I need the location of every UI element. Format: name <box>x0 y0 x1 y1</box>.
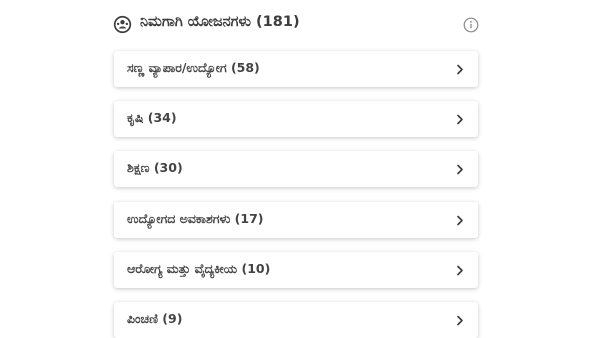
category-label: ಆರೋಗ್ಯ ಮತ್ತು ವೈದ್ಯಕೀಯ (10) <box>127 261 271 276</box>
chevron-right-icon <box>457 164 463 175</box>
category-card-agriculture[interactable]: ಕೃಷಿ (34) <box>114 101 478 137</box>
category-card-job-opportunities[interactable]: ಉದ್ಯೋಗದ ಅವಕಾಶಗಳು (17) <box>114 202 478 238</box>
section-header: ನಿಮಗಾಗಿ ಯೋಜನಗಳು (181) <box>113 12 480 38</box>
category-label: ಪಿಂಚಣಿ (9) <box>127 311 183 326</box>
category-label: ಉದ್ಯೋಗದ ಅವಕಾಶಗಳು (17) <box>127 211 264 226</box>
chevron-right-icon <box>457 215 463 226</box>
chevron-right-icon <box>457 265 463 276</box>
chevron-right-icon <box>457 315 463 326</box>
info-icon[interactable] <box>463 17 479 33</box>
section-title: ನಿಮಗಾಗಿ ಯೋಜನಗಳು (181) <box>140 14 300 30</box>
category-card-small-business[interactable]: ಸಣ್ಣ ವ್ಯಾಪಾರ/ಉದ್ಯೋಗ (58) <box>114 51 478 87</box>
category-card-education[interactable]: ಶಿಕ್ಷಣ (30) <box>114 151 478 187</box>
chevron-right-icon <box>457 114 463 125</box>
category-label: ಶಿಕ್ಷಣ (30) <box>127 160 183 175</box>
chevron-right-icon <box>457 64 463 75</box>
category-card-health[interactable]: ಆರೋಗ್ಯ ಮತ್ತು ವೈದ್ಯಕೀಯ (10) <box>114 252 478 288</box>
category-label: ಕೃಷಿ (34) <box>127 110 177 125</box>
category-card-pension[interactable]: ಪಿಂಚಣಿ (9) <box>114 302 478 338</box>
category-label: ಸಣ್ಣ ವ್ಯಾಪಾರ/ಉದ್ಯೋಗ (58) <box>127 60 260 75</box>
people-circle-icon <box>113 15 132 34</box>
